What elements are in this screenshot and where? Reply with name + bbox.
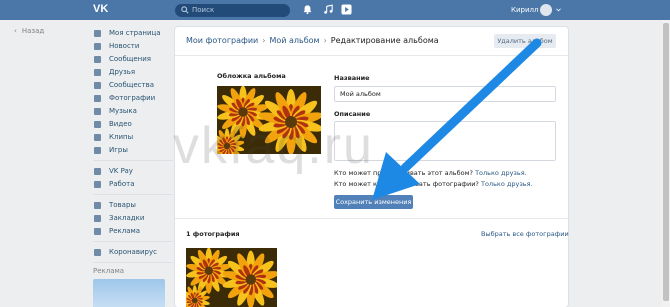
sidebar-item[interactable]: Реклама <box>93 225 173 238</box>
sidebar-divider <box>93 194 173 195</box>
work-icon <box>94 181 101 188</box>
sidebar-item-label: VK Pay <box>109 167 133 175</box>
breadcrumb-my-album[interactable]: Мой альбом <box>269 36 319 45</box>
scrollbar-thumb[interactable] <box>663 23 669 301</box>
coronavirus-icon <box>94 249 101 256</box>
top-bar: VK Поиск Кирилл <box>0 0 670 20</box>
ad-image[interactable] <box>93 279 165 307</box>
sidebar-item-label: Музыка <box>109 107 137 115</box>
photos-icon <box>94 95 101 102</box>
goods-icon <box>94 202 101 209</box>
sidebar-item[interactable]: VK Pay <box>93 165 173 178</box>
sidebar-item[interactable]: Новости <box>93 40 173 53</box>
games-icon <box>94 147 101 154</box>
sidebar-item[interactable]: Моя страница <box>93 27 173 40</box>
sidebar-item-label: Коронавирус <box>109 248 157 256</box>
divider <box>175 55 568 56</box>
sidebar-divider <box>93 241 173 242</box>
ads-icon <box>94 228 101 235</box>
groups-icon <box>94 82 101 89</box>
friends-icon <box>94 69 101 76</box>
breadcrumb-current: Редактирование альбома <box>330 36 439 45</box>
chevron-left-icon: ‹ <box>14 27 17 35</box>
photo-count: 1 фотография <box>186 230 240 238</box>
sidebar-item-label: Фотографии <box>109 94 156 102</box>
sidebar-item-label: Моя страница <box>109 29 161 37</box>
divider <box>175 218 568 219</box>
sidebar-item[interactable]: Сообщения <box>93 53 173 66</box>
video-icon <box>94 121 101 128</box>
vkpay-icon <box>94 168 101 175</box>
scrollbar[interactable] <box>662 20 670 307</box>
sidebar-item[interactable]: Клипы <box>93 131 173 144</box>
sidebar-item-label: Закладки <box>109 214 145 222</box>
privacy-comment-row: Кто может комментировать фотографии? Тол… <box>334 180 533 188</box>
avatar[interactable] <box>540 4 552 16</box>
news-icon <box>94 43 101 50</box>
music-icon <box>94 108 101 115</box>
cover-label: Обложка альбома <box>217 72 286 80</box>
album-name-input[interactable]: Мой альбом <box>334 86 556 102</box>
privacy-view-link[interactable]: Только друзья. <box>475 169 527 177</box>
search-icon <box>181 6 189 14</box>
sidebar-item-label: Работа <box>109 180 135 188</box>
messages-icon <box>94 56 101 63</box>
sidebar: Моя страница Новости Сообщения Друзья Сообще… <box>93 27 173 307</box>
vk-logo[interactable]: VK <box>93 3 110 16</box>
breadcrumb-my-photos[interactable]: Мои фотографии <box>186 36 258 45</box>
sidebar-item-label: Сообщения <box>109 55 152 63</box>
search-placeholder: Поиск <box>192 6 215 14</box>
gazania-flowers-image <box>186 248 277 307</box>
sidebar-item-label: Игры <box>109 146 128 154</box>
clips-icon <box>94 134 101 141</box>
name-label: Название <box>334 74 370 82</box>
sidebar-item[interactable]: Друзья <box>93 66 173 79</box>
chevron-down-icon[interactable] <box>556 8 561 12</box>
ads-label: Реклама <box>93 267 125 275</box>
sidebar-divider <box>93 262 173 263</box>
sidebar-item[interactable]: Коронавирус <box>93 246 173 259</box>
privacy-comment-link[interactable]: Только друзья. <box>481 180 533 188</box>
watermark: vkfaq.ru <box>173 117 374 175</box>
sidebar-item[interactable]: Игры <box>93 144 173 157</box>
save-changes-button[interactable]: Сохранить изменения <box>334 195 413 209</box>
search-input[interactable]: Поиск <box>175 4 290 17</box>
select-all-link[interactable]: Выбрать все фотографии <box>481 230 569 238</box>
photo-thumbnail[interactable] <box>186 248 277 307</box>
sidebar-item-label: Реклама <box>109 227 141 235</box>
delete-album-button[interactable]: Удалить альбом <box>494 34 556 48</box>
breadcrumb: Мои фотографии › Мой альбом › Редактирование… <box>186 31 439 51</box>
home-icon <box>94 30 101 37</box>
user-name[interactable]: Кирилл <box>511 0 538 20</box>
bell-icon[interactable] <box>302 4 313 15</box>
chevron-right-icon: › <box>262 36 266 45</box>
sidebar-item-label: Новости <box>109 42 140 50</box>
sidebar-item[interactable]: Товары <box>93 199 173 212</box>
sidebar-item[interactable]: Сообщества <box>93 79 173 92</box>
sidebar-item-label: Видео <box>109 120 132 128</box>
music-icon[interactable] <box>323 4 334 15</box>
play-icon[interactable] <box>341 4 352 15</box>
sidebar-item[interactable]: Работа <box>93 178 173 191</box>
sidebar-item[interactable]: Закладки <box>93 212 173 225</box>
sidebar-item-label: Товары <box>109 201 136 209</box>
sidebar-item[interactable]: Видео <box>93 118 173 131</box>
privacy-comment-question: Кто может комментировать фотографии? <box>334 180 479 188</box>
sidebar-item-label: Друзья <box>109 68 136 76</box>
sidebar-divider <box>93 160 173 161</box>
sidebar-item-label: Клипы <box>109 133 134 141</box>
sidebar-item[interactable]: Фотографии <box>93 92 173 105</box>
chevron-right-icon: › <box>323 36 327 45</box>
sidebar-item-label: Сообщества <box>109 81 155 89</box>
sidebar-item[interactable]: Музыка <box>93 105 173 118</box>
bookmarks-icon <box>94 215 101 222</box>
back-link[interactable]: ‹ Назад <box>9 27 44 35</box>
back-label: Назад <box>21 27 45 35</box>
